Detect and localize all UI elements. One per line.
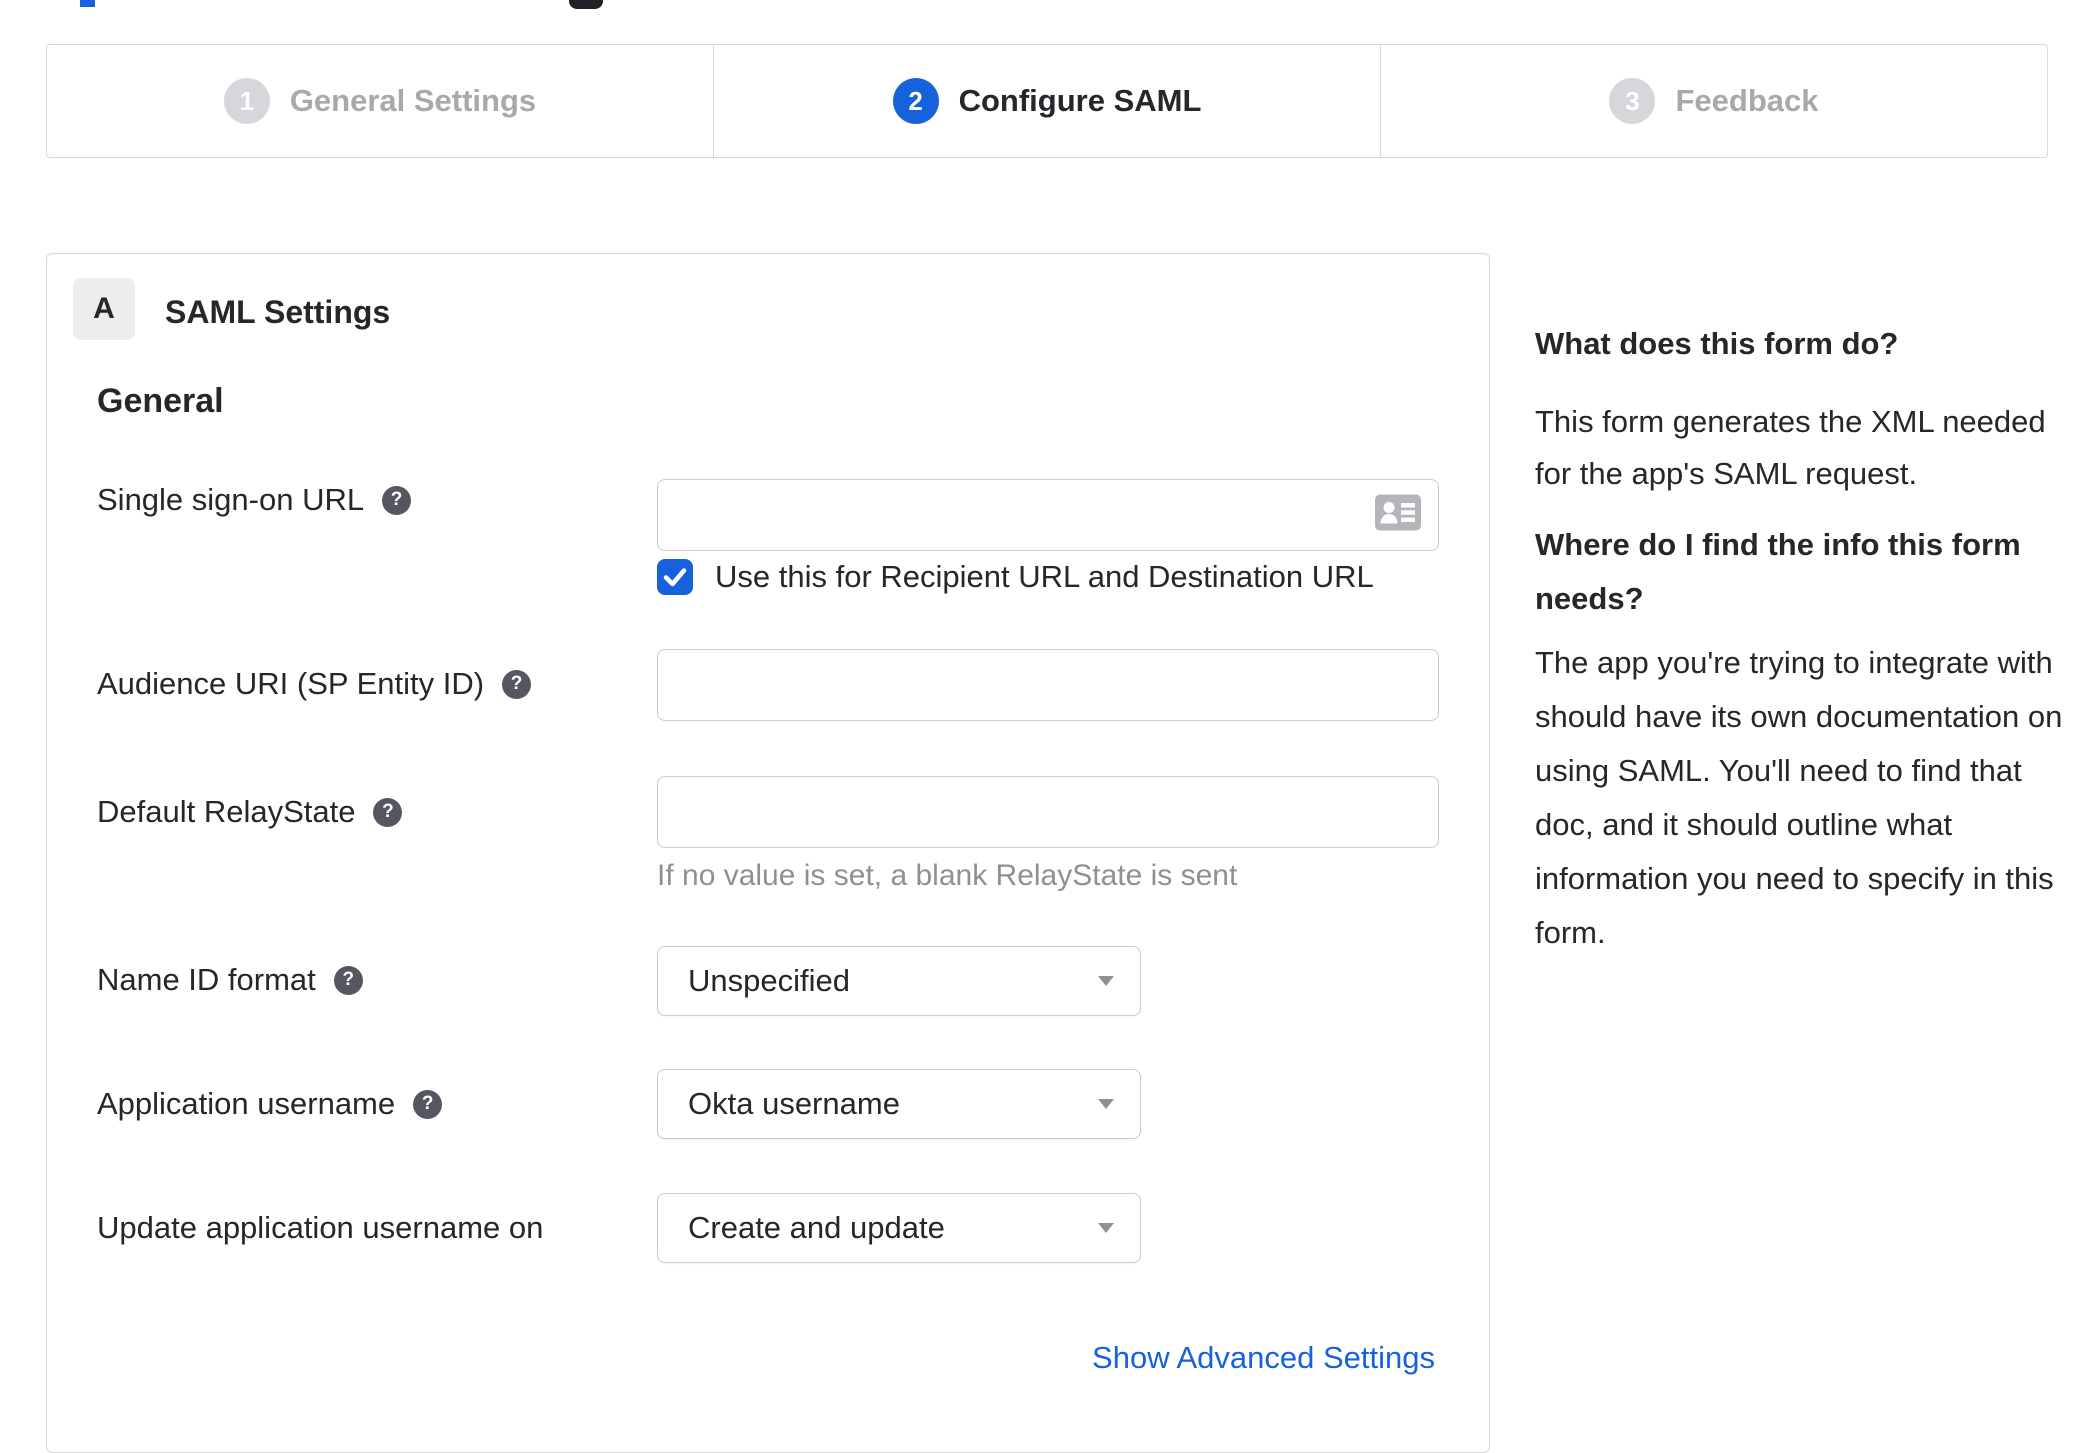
use-for-recipient-checkbox[interactable] bbox=[657, 559, 693, 595]
chevron-down-icon bbox=[1098, 976, 1114, 986]
relaystate-input-wrap bbox=[657, 776, 1439, 848]
audience-uri-input[interactable] bbox=[657, 649, 1439, 721]
sso-url-input[interactable] bbox=[657, 479, 1439, 551]
update-username-select[interactable]: Create and update bbox=[657, 1193, 1141, 1263]
sidebar-where-heading: Where do I find the info this form needs… bbox=[1535, 527, 2021, 616]
step-3-label: Feedback bbox=[1675, 83, 1819, 118]
sidebar-what-heading: What does this form do? bbox=[1535, 326, 1899, 361]
saml-settings-panel: A SAML Settings General Single sign-on U… bbox=[46, 253, 1490, 1453]
wizard-stepper: 1 General Settings 2 Configure SAML 3 Fe… bbox=[46, 44, 2048, 158]
contact-card-icon[interactable] bbox=[1375, 494, 1421, 536]
help-icon[interactable]: ? bbox=[413, 1089, 443, 1119]
relaystate-input[interactable] bbox=[657, 776, 1439, 848]
help-icon[interactable]: ? bbox=[382, 485, 412, 515]
name-id-format-select[interactable]: Unspecified bbox=[657, 946, 1141, 1016]
sso-url-input-wrap bbox=[657, 479, 1439, 551]
use-for-recipient-label: Use this for Recipient URL and Destinati… bbox=[715, 559, 1374, 594]
audience-uri-label-row: Audience URI (SP Entity ID) ? bbox=[97, 666, 532, 702]
help-icon[interactable]: ? bbox=[333, 965, 363, 995]
relaystate-label: Default RelayState bbox=[97, 794, 356, 829]
help-icon[interactable]: ? bbox=[373, 797, 403, 827]
relaystate-hint: If no value is set, a blank RelayState i… bbox=[657, 859, 1238, 892]
cropped-blue-fragment bbox=[80, 0, 95, 7]
chevron-down-icon bbox=[1098, 1223, 1114, 1233]
panel-title: SAML Settings bbox=[165, 294, 391, 330]
help-icon[interactable]: ? bbox=[502, 669, 532, 699]
step-2-label: Configure SAML bbox=[958, 83, 1202, 118]
step-configure-saml[interactable]: 2 Configure SAML bbox=[713, 45, 1380, 157]
app-username-label: Application username bbox=[97, 1086, 396, 1121]
cropped-dark-icon bbox=[569, 0, 603, 9]
step-general-settings[interactable]: 1 General Settings bbox=[47, 45, 713, 157]
checkmark-icon bbox=[663, 568, 687, 587]
general-section-heading: General bbox=[97, 382, 224, 420]
sidebar-what-body: This form generates the XML needed for t… bbox=[1535, 404, 2046, 491]
audience-uri-label: Audience URI (SP Entity ID) bbox=[97, 666, 485, 701]
step-1-circle: 1 bbox=[223, 78, 270, 124]
app-username-value: Okta username bbox=[688, 1086, 900, 1121]
sidebar-where-body: The app you're trying to integrate with … bbox=[1535, 645, 2063, 950]
step-feedback[interactable]: 3 Feedback bbox=[1380, 45, 2047, 157]
app-username-label-row: Application username ? bbox=[97, 1086, 443, 1122]
sso-url-label-row: Single sign-on URL ? bbox=[97, 482, 412, 518]
update-username-value: Create and update bbox=[688, 1210, 945, 1245]
relaystate-label-row: Default RelayState ? bbox=[97, 794, 403, 830]
recipient-url-check-row: Use this for Recipient URL and Destinati… bbox=[657, 559, 1374, 595]
update-username-label: Update application username on bbox=[97, 1210, 544, 1245]
name-id-format-label-row: Name ID format ? bbox=[97, 962, 363, 998]
update-username-label-row: Update application username on bbox=[97, 1210, 543, 1246]
show-advanced-settings-link[interactable]: Show Advanced Settings bbox=[1092, 1340, 1435, 1376]
app-username-select[interactable]: Okta username bbox=[657, 1069, 1141, 1139]
name-id-format-value: Unspecified bbox=[688, 963, 850, 998]
section-a-badge: A bbox=[73, 278, 135, 340]
audience-uri-input-wrap bbox=[657, 649, 1439, 721]
chevron-down-icon bbox=[1098, 1099, 1114, 1109]
step-2-circle: 2 bbox=[892, 78, 939, 124]
name-id-format-label: Name ID format bbox=[97, 962, 316, 997]
sso-url-label: Single sign-on URL bbox=[97, 482, 365, 517]
step-3-circle: 3 bbox=[1609, 78, 1656, 124]
step-1-label: General Settings bbox=[289, 83, 537, 118]
